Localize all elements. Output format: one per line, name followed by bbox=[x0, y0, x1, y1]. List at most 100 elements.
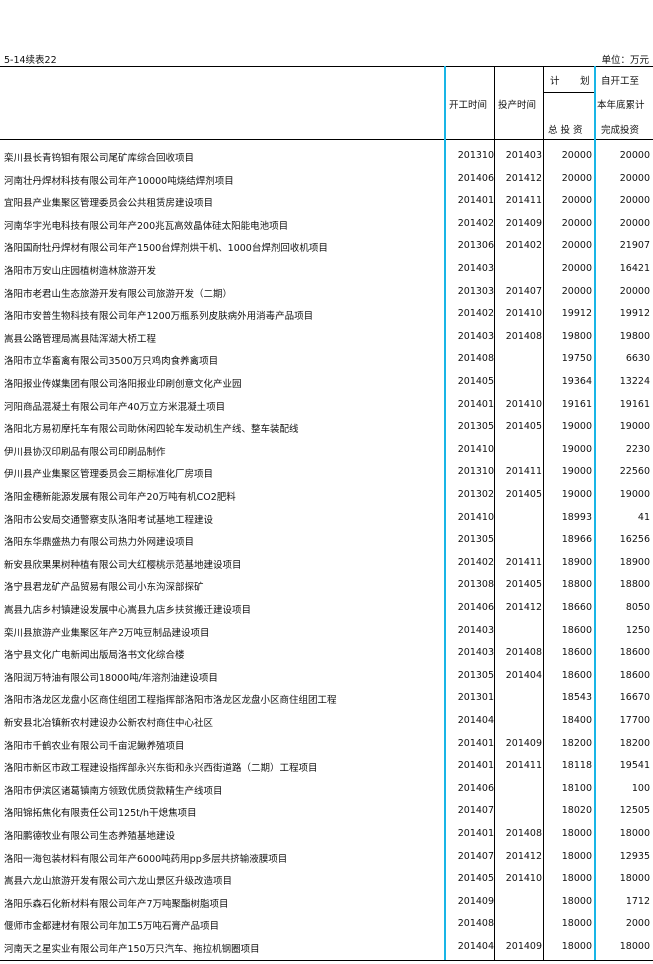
cell-project-name: 洛阳市老君山生态旅游开发有限公司旅游开发（二期） bbox=[4, 288, 233, 300]
cell-end-time: 201412 bbox=[505, 602, 542, 613]
cell-end-time: 201405 bbox=[505, 579, 542, 591]
cell-start-time: 201301 bbox=[457, 692, 494, 704]
cell-start-time: 201402 bbox=[457, 308, 494, 320]
cell-plan-total: 19000 bbox=[561, 421, 592, 433]
cell-start-time: 201308 bbox=[457, 579, 494, 591]
cell-cum-done: 6630 bbox=[625, 353, 650, 365]
cell-project-name: 洛阳市万安山庄园植树造林旅游开发 bbox=[4, 266, 157, 277]
cell-start-time: 201401 bbox=[457, 828, 494, 839]
cell-end-time: 201410 bbox=[505, 398, 542, 410]
cell-cum-done: 16256 bbox=[619, 534, 650, 546]
table-row: 宜阳县产业集聚区管理委员会公共租赁房建设项目 201401 201411 20000 2… bbox=[0, 190, 653, 213]
header-plan-total: 总 投 资 bbox=[548, 125, 583, 136]
cell-end-time: 201409 bbox=[505, 941, 542, 952]
table-row: 河南天之星实业有限公司年产150万只汽车、拖拉机钢圈项目 201404 201409… bbox=[0, 936, 653, 959]
cell-project-name: 嵩县六龙山旅游开发有限公司六龙山景区升级改造项目 bbox=[4, 876, 233, 888]
unit-label: 单位：万元 bbox=[601, 55, 649, 66]
table-row: 洛阳乐森石化新材料有限公司年产7万吨聚酯树脂项目 201409 18000 1712 bbox=[0, 891, 653, 914]
cell-project-name: 新安县北冶镇新农村建设办公新农村商住中心社区 bbox=[4, 718, 214, 729]
cell-end-time: 201407 bbox=[505, 285, 542, 297]
cell-plan-total: 18543 bbox=[561, 692, 592, 704]
table-row: 洛阳东华鼎盛热力有限公司热力外网建设项目 201305 18966 16256 bbox=[0, 529, 653, 552]
cell-plan-total: 19000 bbox=[561, 489, 592, 500]
cell-end-time: 201403 bbox=[505, 150, 542, 161]
header-end-time: 投产时间 bbox=[498, 100, 537, 111]
table-row: 伊川县产业集聚区管理委员会三期标准化厂房项目 201310 201411 19000 2… bbox=[0, 461, 653, 484]
cell-plan-total: 18000 bbox=[561, 895, 592, 907]
cell-cum-done: 1712 bbox=[625, 895, 650, 907]
cell-cum-done: 12935 bbox=[619, 850, 650, 862]
cell-start-time: 201402 bbox=[457, 217, 494, 229]
cell-start-time: 201403 bbox=[457, 263, 494, 274]
cell-end-time: 201410 bbox=[505, 873, 542, 885]
cell-project-name: 河阳商品混凝土有限公司年产40万立方米混凝土项目 bbox=[4, 401, 226, 413]
table-row: 栾川县长青钨钼有限公司尾矿库综合回收项目 201310 201403 20000 200… bbox=[0, 145, 653, 168]
cell-cum-done: 22560 bbox=[619, 466, 650, 478]
table-row: 洛阳市安普生物科技有限公司年产1200万瓶系列皮肤病外用消毒产品项目 201402… bbox=[0, 303, 653, 326]
cell-cum-done: 8050 bbox=[625, 602, 650, 613]
table-row: 新安县欣果果树种植有限公司大红樱桃示范基地建设项目 201402 201411 189… bbox=[0, 552, 653, 575]
cell-project-name: 洛阳北方易初摩托车有限公司助休闲四轮车发动机生产线、整车装配线 bbox=[4, 424, 299, 436]
table-row: 洛阳鹏德牧业有限公司生态养殖基地建设 201401 201408 18000 18000 bbox=[0, 823, 653, 846]
cell-start-time: 201402 bbox=[457, 556, 494, 568]
cell-end-time: 201408 bbox=[505, 647, 542, 659]
cell-project-name: 偃师市金都建材有限公司年加工5万吨石膏产品项目 bbox=[4, 921, 220, 933]
cell-project-name: 嵩县九店乡村镇建设发展中心嵩县九店乡扶贫搬迁建设项目 bbox=[4, 605, 252, 616]
cell-project-name: 洛阳市洛龙区龙盘小区商住组团工程指挥部洛阳市洛龙区龙盘小区商住组团工程 bbox=[4, 695, 337, 707]
cell-start-time: 201405 bbox=[457, 376, 494, 387]
table-row: 洛阳市千鹤农业有限公司千亩泥鳅养殖项目 201401 201409 18200 1820… bbox=[0, 733, 653, 756]
cell-plan-total: 18900 bbox=[561, 556, 592, 568]
cell-cum-done: 41 bbox=[637, 511, 650, 523]
cell-project-name: 河南壮丹焊材科技有限公司年产10000吨烧结焊剂项目 bbox=[4, 175, 234, 187]
cell-cum-done: 18600 bbox=[619, 647, 650, 659]
cell-project-name: 伊川县产业集聚区管理委员会三期标准化厂房项目 bbox=[4, 469, 214, 481]
cell-project-name: 洛阳润万特油有限公司18000吨/年溶剂油建设项目 bbox=[4, 672, 218, 684]
cell-plan-total: 19000 bbox=[561, 443, 592, 455]
cell-plan-total: 18118 bbox=[561, 760, 592, 772]
table-row: 洛阳国耐牡丹焊材有限公司年产1500台焊剂烘干机、1000台焊剂回收机项目 201… bbox=[0, 235, 653, 258]
cell-start-time: 201310 bbox=[457, 466, 494, 478]
cell-project-name: 嵩县公路管理局嵩县陆浑湖大桥工程 bbox=[4, 333, 157, 345]
cell-end-time: 201408 bbox=[505, 828, 542, 839]
cell-cum-done: 20000 bbox=[619, 195, 650, 207]
cell-project-name: 新安县欣果果树种植有限公司大红樱桃示范基地建设项目 bbox=[4, 559, 242, 571]
cell-start-time: 201401 bbox=[457, 195, 494, 207]
table-row: 洛阳市公安局交通警察支队洛阳考试基地工程建设 201410 18993 41 bbox=[0, 507, 653, 530]
table-row: 洛阳报业传媒集团有限公司洛阳报业印刷创意文化产业园 201405 19364 1322… bbox=[0, 371, 653, 394]
cell-plan-total: 18966 bbox=[561, 534, 592, 546]
header-plan-left: 计 bbox=[550, 76, 560, 87]
cell-start-time: 201407 bbox=[457, 850, 494, 862]
table-row: 伊川县协汉印刷品有限公司印刷品制作 201410 19000 2230 bbox=[0, 439, 653, 462]
cell-start-time: 201408 bbox=[457, 353, 494, 365]
cell-project-name: 洛阳国耐牡丹焊材有限公司年产1500台焊剂烘干机、1000台焊剂回收机项目 bbox=[4, 243, 328, 255]
cell-end-time: 201409 bbox=[505, 737, 542, 749]
cell-project-name: 栾川县长青钨钼有限公司尾矿库综合回收项目 bbox=[4, 153, 195, 164]
cell-cum-done: 12505 bbox=[619, 805, 650, 817]
table-row: 河南华宇光电科技有限公司年产200兆瓦高效晶体硅太阳能电池项目 201402 201… bbox=[0, 213, 653, 236]
cell-plan-total: 19912 bbox=[561, 308, 592, 320]
cell-end-time: 201410 bbox=[505, 308, 542, 320]
cell-cum-done: 2230 bbox=[625, 443, 650, 455]
cell-start-time: 201303 bbox=[457, 285, 494, 297]
cell-start-time: 201401 bbox=[457, 760, 494, 772]
cell-cum-done: 100 bbox=[631, 782, 650, 794]
cell-start-time: 201310 bbox=[457, 150, 494, 161]
cell-plan-total: 19800 bbox=[561, 330, 592, 342]
cell-plan-total: 20000 bbox=[561, 217, 592, 229]
cell-cum-done: 18000 bbox=[619, 828, 650, 839]
cell-cum-done: 1250 bbox=[625, 624, 650, 636]
cell-start-time: 201305 bbox=[457, 421, 494, 433]
cell-start-time: 201306 bbox=[457, 240, 494, 252]
cell-cum-done: 21907 bbox=[619, 240, 650, 252]
bottom-rule bbox=[0, 960, 653, 961]
cell-plan-total: 20000 bbox=[561, 172, 592, 184]
cell-plan-total: 18000 bbox=[561, 828, 592, 839]
cell-end-time: 201411 bbox=[505, 466, 542, 478]
cell-cum-done: 19000 bbox=[619, 421, 650, 433]
cell-plan-total: 18000 bbox=[561, 941, 592, 952]
cell-plan-total: 18200 bbox=[561, 737, 592, 749]
cell-start-time: 201410 bbox=[457, 511, 494, 523]
cell-cum-done: 20000 bbox=[619, 285, 650, 297]
cell-cum-done: 19541 bbox=[619, 760, 650, 772]
cell-end-time: 201411 bbox=[505, 556, 542, 568]
